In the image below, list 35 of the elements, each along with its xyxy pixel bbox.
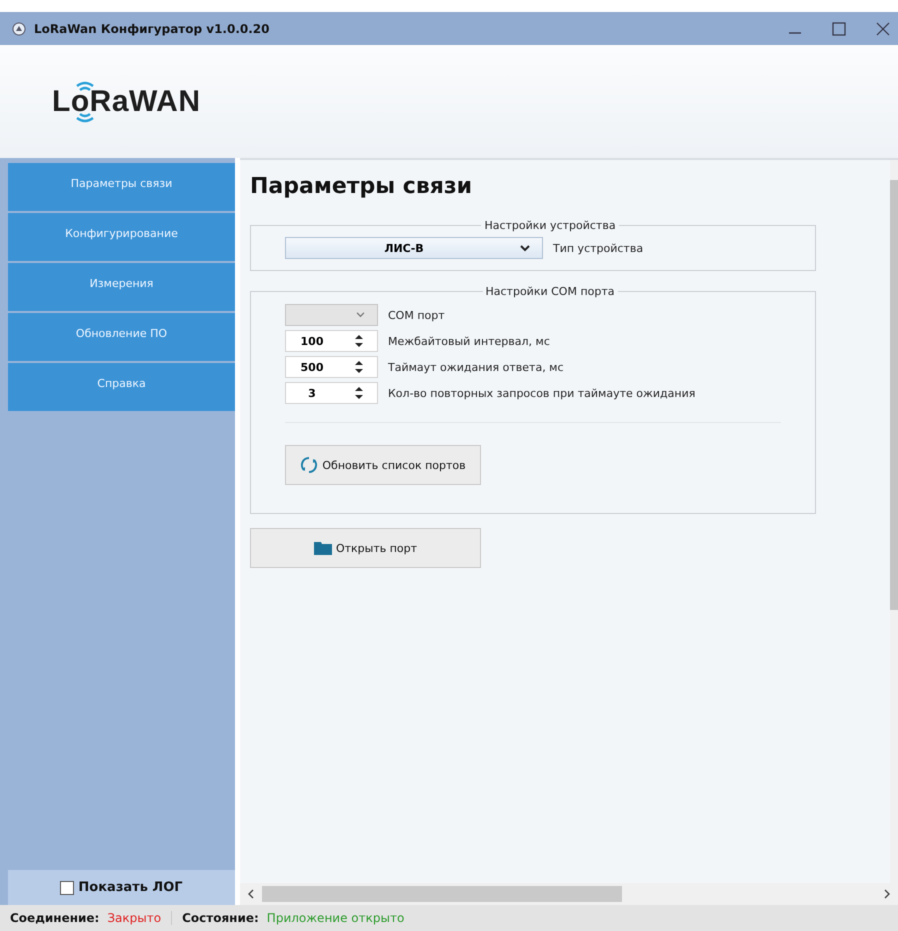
app-icon [12,22,26,36]
scroll-right-icon[interactable] [884,889,890,899]
open-port-button[interactable]: Открыть порт [250,528,481,568]
group-title: Настройки COM порта [484,285,616,298]
chevron-down-icon [356,312,365,318]
logo: LoRaWAN [52,80,200,124]
status-label: Состояние: [182,911,259,925]
folder-icon [314,541,332,555]
field-label: Таймаут ожидания ответа, мс [388,360,564,374]
device-type-dropdown[interactable]: ЛИС-В [285,237,543,259]
scroll-left-icon[interactable] [248,889,254,899]
vertical-scrollbar[interactable] [890,160,898,883]
page-heading: Параметры связи [250,174,474,199]
window-title: LoRaWan Конфигуратор v1.0.0.20 [34,22,270,36]
horizontal-scrollbar[interactable] [240,883,898,905]
number-spinbox[interactable]: 500 [285,356,378,378]
number-spinbox[interactable]: 3 [285,382,378,404]
field-label: COM порт [388,308,445,322]
group-title: Настройки устройства [483,219,617,232]
number-spinbox[interactable]: 100 [285,330,378,352]
spin-arrows-icon[interactable] [355,334,363,348]
spin-arrows-icon[interactable] [355,360,363,374]
spin-arrows-icon[interactable] [355,386,363,400]
refresh-icon [300,456,318,474]
maximize-icon[interactable] [832,22,846,36]
field-label: Кол-во повторных запросов при таймауте ожидания [388,386,696,400]
refresh-ports-button[interactable]: Обновить список портов [285,445,481,485]
status-value: Закрыто [107,911,162,925]
status-value: Приложение открыто [266,911,404,925]
checkbox[interactable] [60,880,74,894]
chevron-down-icon [520,244,530,252]
status-label: Соединение: [10,911,100,925]
close-icon[interactable] [876,22,890,36]
field-label: Межбайтовый интервал, мс [388,334,550,348]
field-label: Тип устройства [553,242,644,254]
